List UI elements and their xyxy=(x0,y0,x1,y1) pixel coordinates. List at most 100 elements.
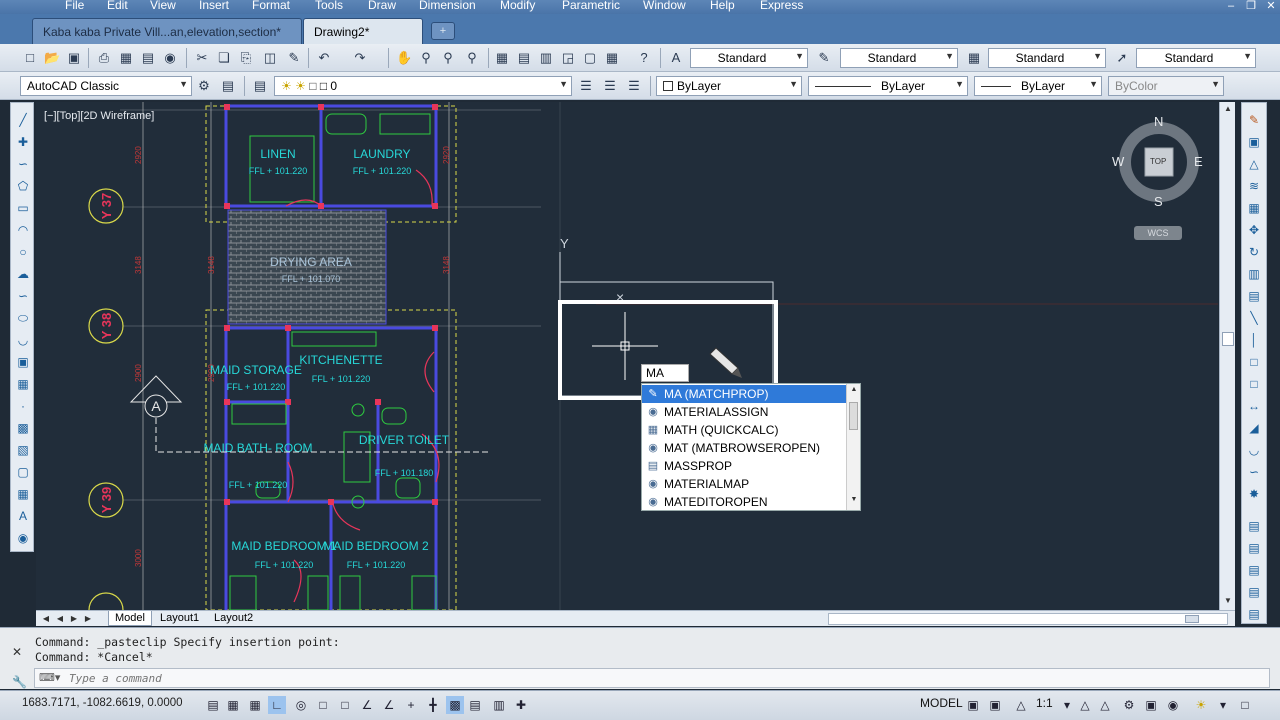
tab-layout1[interactable]: Layout1 xyxy=(154,611,205,626)
snap-icon[interactable]: ▦ xyxy=(224,696,242,714)
cut-icon[interactable]: ✂ xyxy=(194,50,210,66)
tab-kaba-kaba-drawing[interactable]: Kaba kaba Private Vill...an,elevation,se… xyxy=(32,18,302,44)
make-block-icon[interactable]: ▦ xyxy=(14,375,32,393)
mirror-icon[interactable]: △ xyxy=(1245,155,1263,173)
scale-dropdown-icon[interactable]: ▾ xyxy=(1058,696,1076,714)
wcs-button[interactable]: WCS xyxy=(1134,226,1182,240)
zoom-realtime-icon[interactable]: ⚲ xyxy=(418,50,434,66)
drawing-canvas[interactable]: 2920 3148 3148 2900 2900 3000 2920 3148 xyxy=(36,102,1218,610)
autocomplete-item[interactable]: ◉ MAT (MATBROWSEROPEN) xyxy=(642,439,846,457)
tool-palettes-icon[interactable]: ▥ xyxy=(538,50,554,66)
autocomplete-item[interactable]: ▤ MASSPROP xyxy=(642,457,846,475)
multileader-style-select[interactable]: Standard ▼ xyxy=(1136,48,1256,68)
menu-insert[interactable]: Insert xyxy=(199,0,229,12)
hardware-acceleration-icon[interactable]: ◉ xyxy=(1164,696,1182,714)
next-layout-icon[interactable]: ▶ xyxy=(68,612,80,625)
erase-icon[interactable]: ✎ xyxy=(1245,111,1263,129)
grid-icon[interactable]: ▦ xyxy=(246,696,264,714)
multileader-style-icon[interactable]: ➚ xyxy=(1114,50,1130,66)
pan-icon[interactable]: ✋ xyxy=(396,50,412,66)
plot-preview-icon[interactable]: ▦ xyxy=(118,50,134,66)
autocomplete-item[interactable]: ▦ MATH (QUICKCALC) xyxy=(642,421,846,439)
revision-cloud-icon[interactable]: ☁ xyxy=(14,265,32,283)
send-under-icon[interactable]: ▤ xyxy=(1245,605,1263,623)
redo-icon[interactable]: ↷ xyxy=(352,50,368,66)
scroll-up-icon[interactable]: ▲ xyxy=(847,386,861,398)
annotation-monitor-icon[interactable]: ✚ xyxy=(512,696,530,714)
zoom-previous-icon[interactable]: ⚲ xyxy=(464,50,480,66)
workspace-select[interactable]: AutoCAD Classic ▼ xyxy=(20,76,192,96)
arc-icon[interactable]: ◠ xyxy=(14,221,32,239)
ellipse-icon[interactable]: ⬭ xyxy=(14,309,32,327)
object-snap-tracking-icon[interactable]: ∠ xyxy=(358,696,376,714)
sheet-set-icon[interactable]: ◲ xyxy=(560,50,576,66)
explode-icon[interactable]: ✸ xyxy=(1245,485,1263,503)
rectangle-icon[interactable]: ▭ xyxy=(14,199,32,217)
viewcube-north[interactable]: N xyxy=(1154,114,1163,129)
construction-line-icon[interactable]: ✚ xyxy=(14,133,32,151)
designcenter-palette-icon[interactable]: ▤ xyxy=(516,50,532,66)
add-selected-icon[interactable]: ◉ xyxy=(14,529,32,547)
draw-order-icon[interactable]: ▤ xyxy=(1245,517,1263,535)
dynamic-ucs-icon[interactable]: ∠ xyxy=(380,696,398,714)
line-icon[interactable]: ╱ xyxy=(14,111,32,129)
dimension-style-select[interactable]: Standard ▼ xyxy=(840,48,958,68)
menu-file[interactable]: File xyxy=(65,0,84,12)
customize-wrench-icon[interactable]: 🔧 xyxy=(12,675,30,689)
quickcalc-icon[interactable]: ▦ xyxy=(604,50,620,66)
zoom-window-icon[interactable]: ⚲ xyxy=(440,50,456,66)
point-icon[interactable]: · xyxy=(14,397,32,415)
transparency-icon[interactable]: ▩ xyxy=(446,696,464,714)
object-snap-icon[interactable]: □ xyxy=(314,696,332,714)
autocomplete-item[interactable]: ◉ MATERIALASSIGN xyxy=(642,403,846,421)
menu-edit[interactable]: Edit xyxy=(107,0,128,12)
workspace-switching-icon[interactable]: ⚙ xyxy=(1120,696,1138,714)
multiline-text-icon[interactable]: A xyxy=(14,507,32,525)
undo-icon[interactable]: ↶ xyxy=(316,50,332,66)
polar-tracking-icon[interactable]: ◎ xyxy=(292,696,310,714)
insert-block-icon[interactable]: ▣ xyxy=(14,353,32,371)
annotation-scale-value[interactable]: 1:1 xyxy=(1036,696,1053,710)
save-icon[interactable]: ▣ xyxy=(66,50,82,66)
close-icon[interactable]: ✕ xyxy=(1262,0,1280,12)
autocomplete-scrollbar[interactable]: ▲ ▼ xyxy=(846,384,860,510)
quick-properties-icon[interactable]: ▤ xyxy=(466,696,484,714)
dimension-style-icon[interactable]: ✎ xyxy=(816,50,832,66)
minimize-icon[interactable]: – xyxy=(1222,0,1240,12)
spline-icon[interactable]: ∽ xyxy=(14,287,32,305)
menu-format[interactable]: Format xyxy=(252,0,290,12)
hatch-icon[interactable]: ▩ xyxy=(14,419,32,437)
command-input[interactable] xyxy=(69,671,969,686)
lineweight-icon[interactable]: ╋ xyxy=(424,696,442,714)
table-icon[interactable]: ▦ xyxy=(14,485,32,503)
viewcube-south[interactable]: S xyxy=(1154,194,1163,209)
text-style-select[interactable]: Standard ▼ xyxy=(690,48,808,68)
text-style-icon[interactable]: A xyxy=(668,50,684,66)
new-tab-icon[interactable]: + xyxy=(431,22,455,40)
rotate-icon[interactable]: ↻ xyxy=(1245,243,1263,261)
open-icon[interactable]: 📂 xyxy=(44,50,60,66)
quick-view-drawings-icon[interactable]: ▣ xyxy=(986,696,1004,714)
bring-to-front-icon[interactable]: ▤ xyxy=(1245,539,1263,557)
bring-above-icon[interactable]: ▤ xyxy=(1245,583,1263,601)
make-current-layer-icon[interactable]: ☰ xyxy=(578,78,594,94)
first-layout-icon[interactable]: ◀ xyxy=(40,612,52,625)
menu-tools[interactable]: Tools xyxy=(315,0,343,12)
vertical-scrollbar[interactable]: ▲ ▼ xyxy=(1219,102,1235,610)
ellipse-arc-icon[interactable]: ◡ xyxy=(14,331,32,349)
quick-view-layouts-icon[interactable]: ▣ xyxy=(964,696,982,714)
chamfer-icon[interactable]: ◢ xyxy=(1245,419,1263,437)
layer-select[interactable]: ☀ ☀ □ □ 0 ▼ xyxy=(274,76,572,96)
tab-drawing2[interactable]: Drawing2* xyxy=(303,18,423,44)
scale-icon[interactable]: ▥ xyxy=(1245,265,1263,283)
autocomplete-item[interactable]: ✎ MA (MATCHPROP) xyxy=(642,385,846,403)
table-style-select[interactable]: Standard ▼ xyxy=(988,48,1106,68)
table-style-icon[interactable]: ▦ xyxy=(966,50,982,66)
break-icon[interactable]: □ xyxy=(1245,375,1263,393)
horizontal-scroll-thumb[interactable] xyxy=(1185,615,1199,623)
isolate-objects-icon[interactable]: ☀ xyxy=(1192,696,1210,714)
trim-icon[interactable]: ╲ xyxy=(1245,309,1263,327)
layer-properties-icon[interactable]: ▤ xyxy=(252,78,268,94)
clean-screen-icon[interactable]: □ xyxy=(1236,696,1254,714)
blend-curves-icon[interactable]: ∽ xyxy=(1245,463,1263,481)
